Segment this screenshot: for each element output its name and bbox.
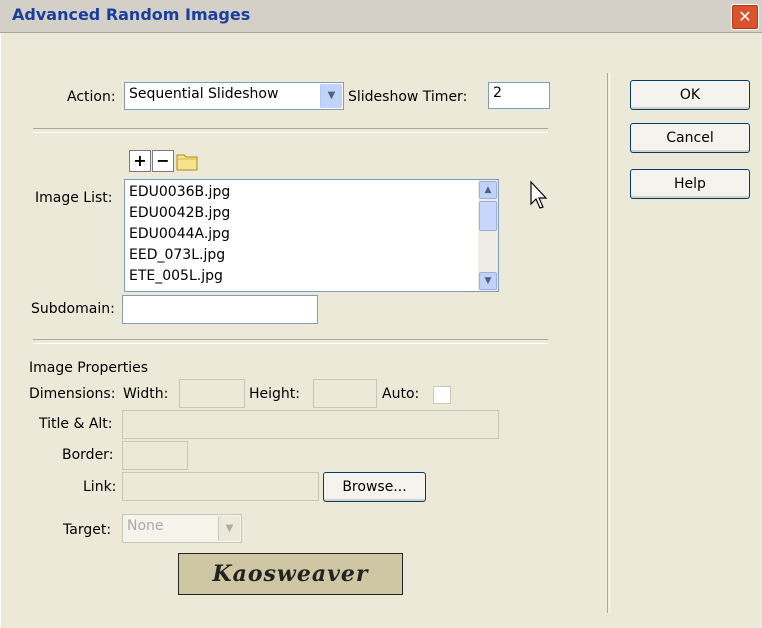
width-input[interactable] bbox=[179, 379, 245, 408]
image-list[interactable]: EDU0036B.jpg EDU0042B.jpg EDU0044A.jpg E… bbox=[124, 179, 499, 292]
height-label: Height: bbox=[249, 386, 300, 402]
remove-image-button[interactable]: − bbox=[152, 150, 174, 172]
title-bar: Advanced Random Images ✕ bbox=[0, 0, 762, 33]
target-value: None bbox=[127, 518, 164, 534]
target-label: Target: bbox=[63, 522, 112, 538]
slideshow-timer-value: 2 bbox=[493, 85, 502, 101]
folder-button[interactable] bbox=[175, 150, 198, 172]
border-label: Border: bbox=[62, 447, 114, 463]
title-alt-label: Title & Alt: bbox=[39, 416, 113, 432]
width-label: Width: bbox=[123, 386, 169, 402]
image-list-label: Image List: bbox=[35, 190, 113, 206]
dimensions-label: Dimensions: bbox=[29, 386, 116, 402]
add-image-button[interactable]: + bbox=[129, 150, 151, 172]
close-button[interactable]: ✕ bbox=[731, 4, 759, 30]
mouse-cursor-icon bbox=[530, 180, 548, 209]
height-input[interactable] bbox=[313, 379, 377, 408]
target-select[interactable]: None ▼ bbox=[122, 514, 242, 543]
image-properties-heading: Image Properties bbox=[29, 360, 149, 376]
link-label: Link: bbox=[83, 479, 117, 495]
scroll-down-icon[interactable]: ▼ bbox=[479, 272, 497, 290]
auto-label: Auto: bbox=[382, 386, 420, 402]
slideshow-timer-label: Slideshow Timer: bbox=[348, 89, 468, 105]
vertical-separator bbox=[607, 73, 610, 613]
slideshow-timer-input[interactable]: 2 bbox=[488, 82, 550, 109]
help-button[interactable]: Help bbox=[630, 169, 750, 199]
scroll-thumb[interactable] bbox=[479, 201, 497, 231]
list-item[interactable]: EDU0036B.jpg bbox=[129, 184, 230, 200]
folder-icon bbox=[176, 154, 198, 171]
subdomain-input[interactable] bbox=[122, 295, 318, 324]
window-title: Advanced Random Images bbox=[12, 5, 251, 24]
list-item[interactable]: ETE_005L.jpg bbox=[129, 268, 223, 284]
dialog-body: Action: Sequential Slideshow ▼ Slideshow… bbox=[0, 33, 761, 627]
cancel-button[interactable]: Cancel bbox=[630, 123, 750, 153]
separator bbox=[33, 128, 548, 133]
list-item[interactable]: EED_073L.jpg bbox=[129, 247, 225, 263]
action-select[interactable]: Sequential Slideshow ▼ bbox=[124, 82, 344, 110]
browse-button[interactable]: Browse... bbox=[323, 472, 426, 502]
title-alt-input[interactable] bbox=[122, 410, 499, 439]
auto-checkbox[interactable] bbox=[433, 386, 451, 404]
separator bbox=[33, 339, 548, 344]
ok-button[interactable]: OK bbox=[630, 80, 750, 110]
list-item[interactable]: EDU0044A.jpg bbox=[129, 226, 230, 242]
chevron-down-icon[interactable]: ▼ bbox=[218, 516, 240, 541]
kaosweaver-logo: Kaosweaver bbox=[178, 553, 403, 595]
list-item[interactable]: EDU0042B.jpg bbox=[129, 205, 230, 221]
action-label: Action: bbox=[67, 89, 116, 105]
scrollbar[interactable]: ▲ ▼ bbox=[478, 180, 498, 291]
action-value: Sequential Slideshow bbox=[129, 86, 279, 102]
subdomain-label: Subdomain: bbox=[31, 301, 115, 317]
scroll-up-icon[interactable]: ▲ bbox=[479, 181, 497, 199]
border-input[interactable] bbox=[122, 441, 188, 470]
link-input[interactable] bbox=[122, 472, 319, 501]
chevron-down-icon[interactable]: ▼ bbox=[320, 84, 342, 108]
